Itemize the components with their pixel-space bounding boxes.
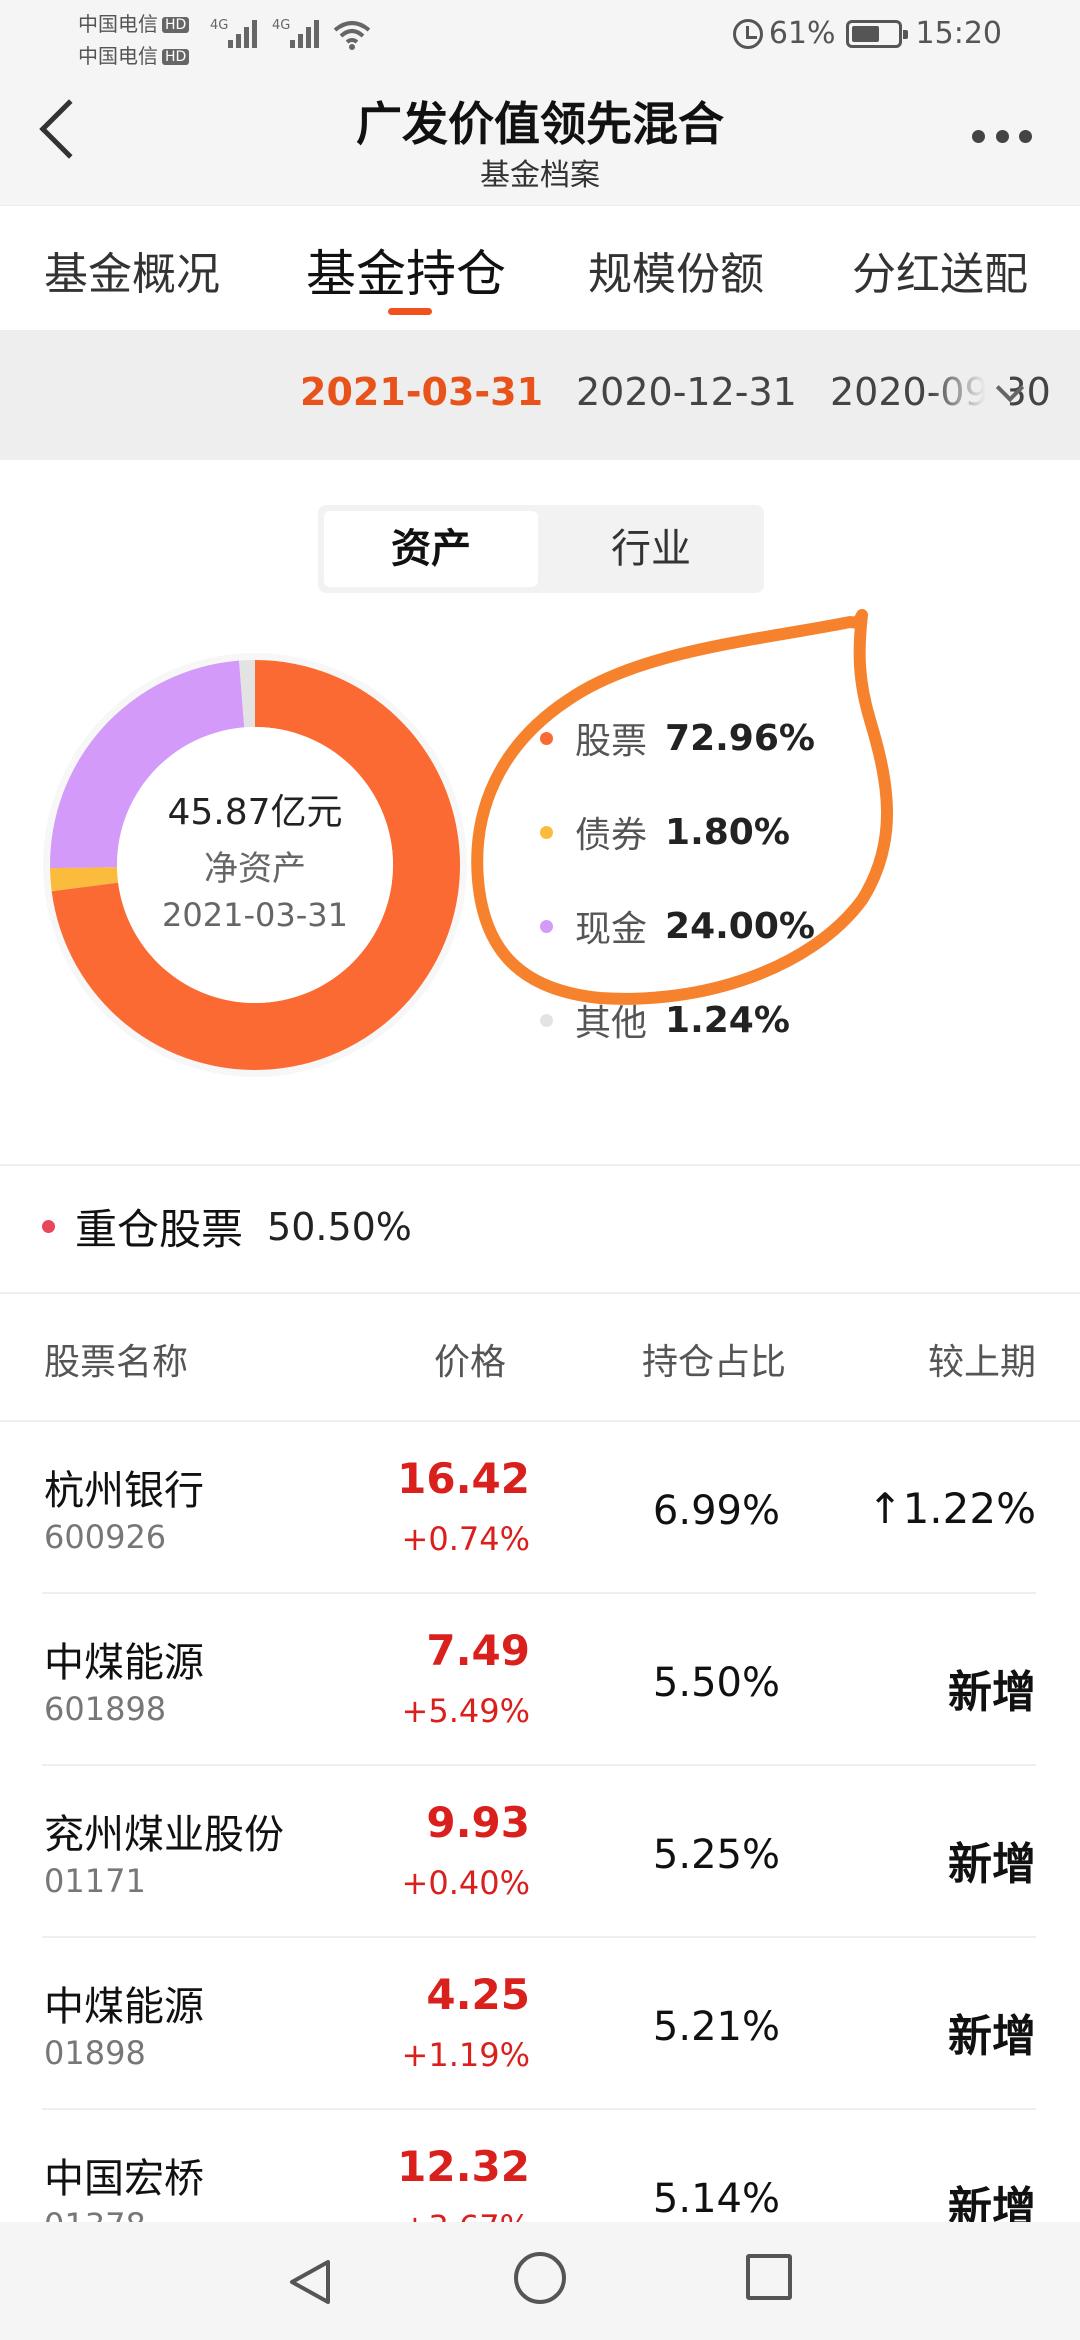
stock-code: 01171: [44, 1862, 146, 1900]
stock-name: 中国宏桥: [44, 2156, 204, 2202]
tab-active-indicator: [388, 308, 432, 315]
col-header-stock-name: 股票名称: [44, 1342, 189, 1383]
signal-strength-icon: [228, 18, 262, 48]
net-asset-amount: 45.87亿元: [167, 791, 343, 833]
stock-change: +0.40%: [401, 1864, 530, 1902]
status-bar: 中国电信 HD 中国电信 HD 4G 4G 61% 15:20: [0, 0, 1080, 70]
table-row[interactable]: 兖州煤业股份 01171 9.93 +0.40% 5.25% 新增: [0, 1766, 1080, 1938]
legend-item-other: 其他 1.24%: [540, 994, 790, 1046]
carrier-1: 中国电信 HD: [78, 8, 190, 37]
system-nav-bar: [0, 2222, 1080, 2340]
date-fade-overlay: [930, 330, 1010, 460]
tab-bar: 基金概况 基金持仓 规模份额 分红送配: [0, 205, 1080, 330]
stock-price: 4.25: [426, 1970, 530, 2019]
net-asset-date: 2021-03-31: [162, 895, 348, 934]
legend-dot: [540, 1013, 553, 1027]
section-divider: [0, 1292, 1080, 1294]
stock-weight: 5.14%: [652, 2176, 780, 2222]
legend-value: 1.80%: [665, 811, 790, 853]
carrier-2: 中国电信 HD: [78, 40, 190, 69]
legend-dot: [540, 919, 553, 933]
stock-price: 7.49: [426, 1626, 530, 1675]
stock-delta-new-badge: 新增: [948, 2011, 1036, 2062]
stock-weight: 6.99%: [652, 1488, 780, 1534]
donut-center-info: 45.87亿元 净资产 2021-03-31: [40, 650, 470, 1080]
signal-strength-icon: [290, 18, 324, 48]
legend-label: 现金: [575, 909, 648, 950]
wifi-icon: [333, 21, 371, 50]
col-header-price: 价格: [434, 1342, 507, 1383]
legend-dot: [540, 731, 553, 745]
stock-name: 兖州煤业股份: [44, 1812, 284, 1858]
nav-back-triangle-icon[interactable]: [284, 2256, 336, 2308]
stock-name: 中煤能源: [44, 1984, 204, 2030]
legend-label: 债券: [575, 815, 648, 856]
segment-asset[interactable]: 资产: [324, 511, 538, 587]
page-title: 广发价值领先混合: [356, 97, 724, 151]
page-subtitle: 基金档案: [480, 158, 600, 193]
tab-fund-overview[interactable]: 基金概况: [44, 238, 220, 302]
date-option-selected[interactable]: 2021-03-31: [300, 370, 543, 414]
tab-dividends[interactable]: 分红送配: [852, 238, 1028, 302]
report-date-selector: 2021-03-31 2020-12-31 2020-09-30: [0, 330, 1080, 460]
status-right: 61% 15:20: [732, 16, 1002, 51]
clock-time: 15:20: [915, 16, 1002, 51]
date-option[interactable]: 2020-12-31: [576, 370, 797, 414]
legend-value: 24.00%: [665, 905, 815, 947]
legend-item-stock: 股票 72.96%: [540, 712, 815, 764]
legend-dot: [540, 825, 553, 839]
stock-name: 中煤能源: [44, 1640, 204, 1686]
stock-weight: 5.21%: [652, 2004, 780, 2050]
tab-fund-holdings[interactable]: 基金持仓: [306, 234, 506, 306]
stock-code: 01898: [44, 2034, 146, 2072]
stock-delta-new-badge: 新增: [948, 1839, 1036, 1890]
stock-code: 601898: [44, 1690, 167, 1728]
tab-fund-size[interactable]: 规模份额: [588, 238, 764, 302]
alarm-icon: [732, 18, 763, 49]
legend-item-cash: 现金 24.00%: [540, 900, 815, 952]
stock-price: 12.32: [397, 2142, 530, 2191]
stock-code: 600926: [44, 1518, 167, 1556]
legend-value: 1.24%: [665, 999, 790, 1041]
col-header-change: 较上期: [927, 1342, 1036, 1383]
stock-change: +5.49%: [401, 1692, 530, 1730]
network-type-1: 4G: [210, 18, 229, 33]
stock-delta: ↑1.22%: [867, 1484, 1036, 1533]
legend-label: 股票: [575, 721, 648, 762]
asset-industry-toggle: 资产 行业: [318, 505, 764, 593]
section-percent: 50.50%: [267, 1204, 412, 1249]
top-holdings-header: 重仓股票 50.50%: [42, 1196, 412, 1257]
stock-weight: 5.25%: [652, 1832, 780, 1878]
more-dots-icon[interactable]: [972, 130, 1032, 144]
net-asset-label: 净资产: [204, 848, 306, 889]
stock-price: 16.42: [397, 1454, 530, 1503]
section-dot: [42, 1220, 55, 1233]
legend-item-bond: 债券 1.80%: [540, 806, 790, 858]
stock-name: 杭州银行: [44, 1468, 204, 1514]
nav-home-circle-icon[interactable]: [514, 2252, 566, 2304]
legend-label: 其他: [575, 1003, 648, 1044]
section-divider: [0, 1164, 1080, 1166]
stock-delta-new-badge: 新增: [948, 1667, 1036, 1718]
nav-recent-square-icon[interactable]: [746, 2254, 792, 2300]
legend-value: 72.96%: [665, 717, 815, 759]
segment-industry[interactable]: 行业: [544, 511, 758, 587]
table-row[interactable]: 中煤能源 601898 7.49 +5.49% 5.50% 新增: [0, 1594, 1080, 1766]
table-row[interactable]: 杭州银行 600926 16.42 +0.74% 6.99% ↑1.22%: [0, 1422, 1080, 1594]
battery-icon: [845, 19, 908, 48]
network-type-2: 4G: [272, 18, 291, 33]
stock-change: +0.74%: [401, 1520, 530, 1558]
table-row[interactable]: 中煤能源 01898 4.25 +1.19% 5.21% 新增: [0, 1938, 1080, 2110]
stock-change: +1.19%: [401, 2036, 530, 2074]
stock-weight: 5.50%: [652, 1660, 780, 1706]
col-header-weight: 持仓占比: [642, 1342, 787, 1383]
app-header: 广发价值领先混合 基金档案: [0, 70, 1080, 205]
stock-price: 9.93: [426, 1798, 530, 1847]
battery-percent: 61%: [768, 16, 836, 51]
section-title: 重仓股票: [75, 1205, 244, 1254]
